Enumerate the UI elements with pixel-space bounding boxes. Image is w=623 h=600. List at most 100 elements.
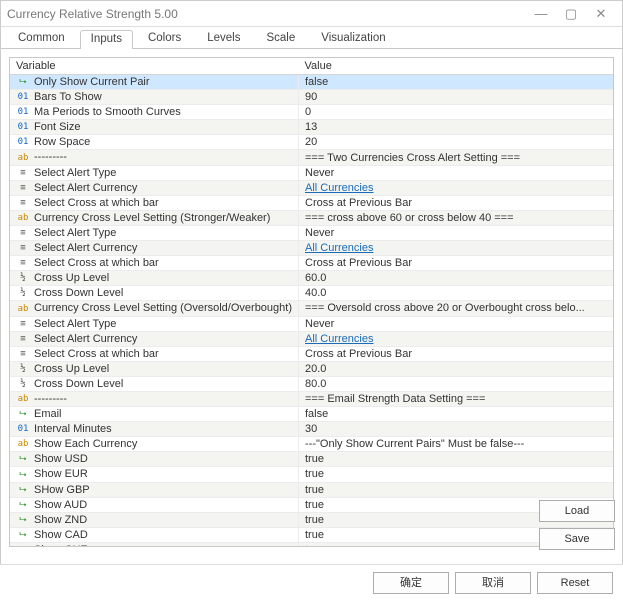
input-row[interactable]: ≡Select Cross at which barCross at Previ… [10,195,613,210]
input-row[interactable]: ⮡Show ZNDtrue [10,512,613,527]
input-row[interactable]: ≡Select Alert TypeNever [10,165,613,180]
input-variable-cell[interactable]: ⮡SHow GBP [10,482,299,497]
input-row[interactable]: abShow Each Currency---"Only Show Curren… [10,437,613,452]
input-variable-cell[interactable]: 01Ma Periods to Smooth Curves [10,105,299,120]
input-value-cell[interactable]: 90 [299,90,614,105]
input-variable-cell[interactable]: ½Cross Down Level [10,376,299,391]
input-variable-cell[interactable]: ≡Select Alert Currency [10,331,299,346]
input-row[interactable]: ≡Select Alert TypeNever [10,316,613,331]
input-row[interactable]: ≡Select Alert Currency All Currencies [10,180,613,195]
input-value-cell[interactable]: 80.0 [299,376,614,391]
tab-common[interactable]: Common [7,29,76,48]
input-value-cell[interactable]: false [299,75,614,90]
input-row[interactable]: ≡Select Cross at which barCross at Previ… [10,256,613,271]
minimize-icon[interactable]: — [526,6,556,21]
input-value-cell[interactable]: true [299,467,614,482]
input-row[interactable]: 01Ma Periods to Smooth Curves0 [10,105,613,120]
input-row[interactable]: ≡Select Alert TypeNever [10,225,613,240]
input-variable-cell[interactable]: ab--------- [10,150,299,165]
input-row[interactable]: 01Bars To Show90 [10,90,613,105]
input-value-cell[interactable]: === Email Strength Data Setting === [299,391,614,406]
input-row[interactable]: ⮡SHow GBPtrue [10,482,613,497]
input-row[interactable]: ab---------=== Two Currencies Cross Aler… [10,150,613,165]
input-value-cell[interactable]: 20 [299,135,614,150]
input-value-cell[interactable]: ---"Only Show Current Pairs" Must be fal… [299,437,614,452]
input-variable-cell[interactable]: ½Cross Up Level [10,271,299,286]
input-variable-cell[interactable]: ½Cross Up Level [10,361,299,376]
input-row[interactable]: ⮡Only Show Current Pairfalse [10,75,613,90]
input-value-cell[interactable]: Cross at Previous Bar [299,195,614,210]
input-row[interactable]: 01Font Size13 [10,120,613,135]
input-variable-cell[interactable]: 01Interval Minutes [10,422,299,437]
input-value-cell[interactable]: Never [299,165,614,180]
input-value-cell[interactable]: 0 [299,105,614,120]
input-value-cell[interactable]: true [299,452,614,467]
input-value-cell[interactable]: All Currencies [299,241,614,256]
input-value-cell[interactable]: All Currencies [299,331,614,346]
input-row[interactable]: abCurrency Cross Level Setting (Stronger… [10,210,613,225]
input-variable-cell[interactable]: ≡Select Alert Type [10,316,299,331]
input-variable-cell[interactable]: ⮡Show EUR [10,467,299,482]
input-value-cell[interactable]: Never [299,316,614,331]
grid-header-value[interactable]: Value [299,58,614,75]
inputs-grid[interactable]: Variable Value ⮡Only Show Current Pairfa… [9,57,614,547]
input-value-cell[interactable]: Never [299,225,614,240]
input-value-link[interactable]: All Currencies [305,333,373,345]
input-value-link[interactable]: All Currencies [305,182,373,194]
input-variable-cell[interactable]: ⮡Only Show Current Pair [10,75,299,90]
input-value-cell[interactable]: Cross at Previous Bar [299,256,614,271]
maximize-icon[interactable]: ▢ [556,6,586,22]
cancel-button[interactable]: 取消 [455,572,531,594]
input-row[interactable]: ⮡Show CHFtrue [10,542,613,547]
input-row[interactable]: ½Cross Up Level60.0 [10,271,613,286]
save-button[interactable]: Save [539,528,615,550]
input-value-cell[interactable]: === Two Currencies Cross Alert Setting =… [299,150,614,165]
input-row[interactable]: 01Row Space20 [10,135,613,150]
input-value-cell[interactable]: true [299,482,614,497]
load-button[interactable]: Load [539,500,615,522]
input-variable-cell[interactable]: ½Cross Down Level [10,286,299,301]
input-row[interactable]: ⮡Show EURtrue [10,467,613,482]
grid-header-variable[interactable]: Variable [10,58,299,75]
tab-visualization[interactable]: Visualization [310,29,396,48]
tab-inputs[interactable]: Inputs [80,30,133,49]
input-variable-cell[interactable]: ⮡Email [10,407,299,422]
input-variable-cell[interactable]: ≡Select Cross at which bar [10,346,299,361]
input-variable-cell[interactable]: abCurrency Cross Level Setting (Oversold… [10,301,299,316]
input-variable-cell[interactable]: ⮡Show CHF [10,542,299,547]
input-value-cell[interactable]: Cross at Previous Bar [299,346,614,361]
input-variable-cell[interactable]: ⮡Show ZND [10,512,299,527]
input-value-cell[interactable]: 30 [299,422,614,437]
input-value-cell[interactable]: 60.0 [299,271,614,286]
input-variable-cell[interactable]: ≡Select Alert Type [10,225,299,240]
input-variable-cell[interactable]: 01Row Space [10,135,299,150]
input-value-cell[interactable]: === Oversold cross above 20 or Overbough… [299,301,614,316]
input-variable-cell[interactable]: ≡Select Alert Currency [10,241,299,256]
input-row[interactable]: ⮡Show USDtrue [10,452,613,467]
tab-colors[interactable]: Colors [137,29,192,48]
input-row[interactable]: ab---------=== Email Strength Data Setti… [10,391,613,406]
input-variable-cell[interactable]: ⮡Show CAD [10,527,299,542]
input-value-cell[interactable]: 13 [299,120,614,135]
input-row[interactable]: ≡Select Cross at which barCross at Previ… [10,346,613,361]
input-value-cell[interactable]: 20.0 [299,361,614,376]
input-variable-cell[interactable]: ≡Select Alert Currency [10,180,299,195]
input-row[interactable]: ½Cross Up Level20.0 [10,361,613,376]
input-variable-cell[interactable]: ⮡Show AUD [10,497,299,512]
input-value-cell[interactable]: false [299,407,614,422]
input-value-link[interactable]: All Currencies [305,242,373,254]
input-variable-cell[interactable]: ≡Select Cross at which bar [10,256,299,271]
tab-levels[interactable]: Levels [196,29,251,48]
input-variable-cell[interactable]: abShow Each Currency [10,437,299,452]
input-row[interactable]: ⮡Emailfalse [10,407,613,422]
input-value-cell[interactable]: === cross above 60 or cross below 40 === [299,210,614,225]
input-variable-cell[interactable]: 01Bars To Show [10,90,299,105]
input-value-cell[interactable]: 40.0 [299,286,614,301]
input-row[interactable]: 01Interval Minutes30 [10,422,613,437]
input-row[interactable]: ≡Select Alert Currency All Currencies [10,241,613,256]
close-icon[interactable]: ✕ [586,6,616,22]
input-row[interactable]: abCurrency Cross Level Setting (Oversold… [10,301,613,316]
input-row[interactable]: ½Cross Down Level80.0 [10,376,613,391]
input-variable-cell[interactable]: ≡Select Cross at which bar [10,195,299,210]
input-variable-cell[interactable]: ⮡Show USD [10,452,299,467]
